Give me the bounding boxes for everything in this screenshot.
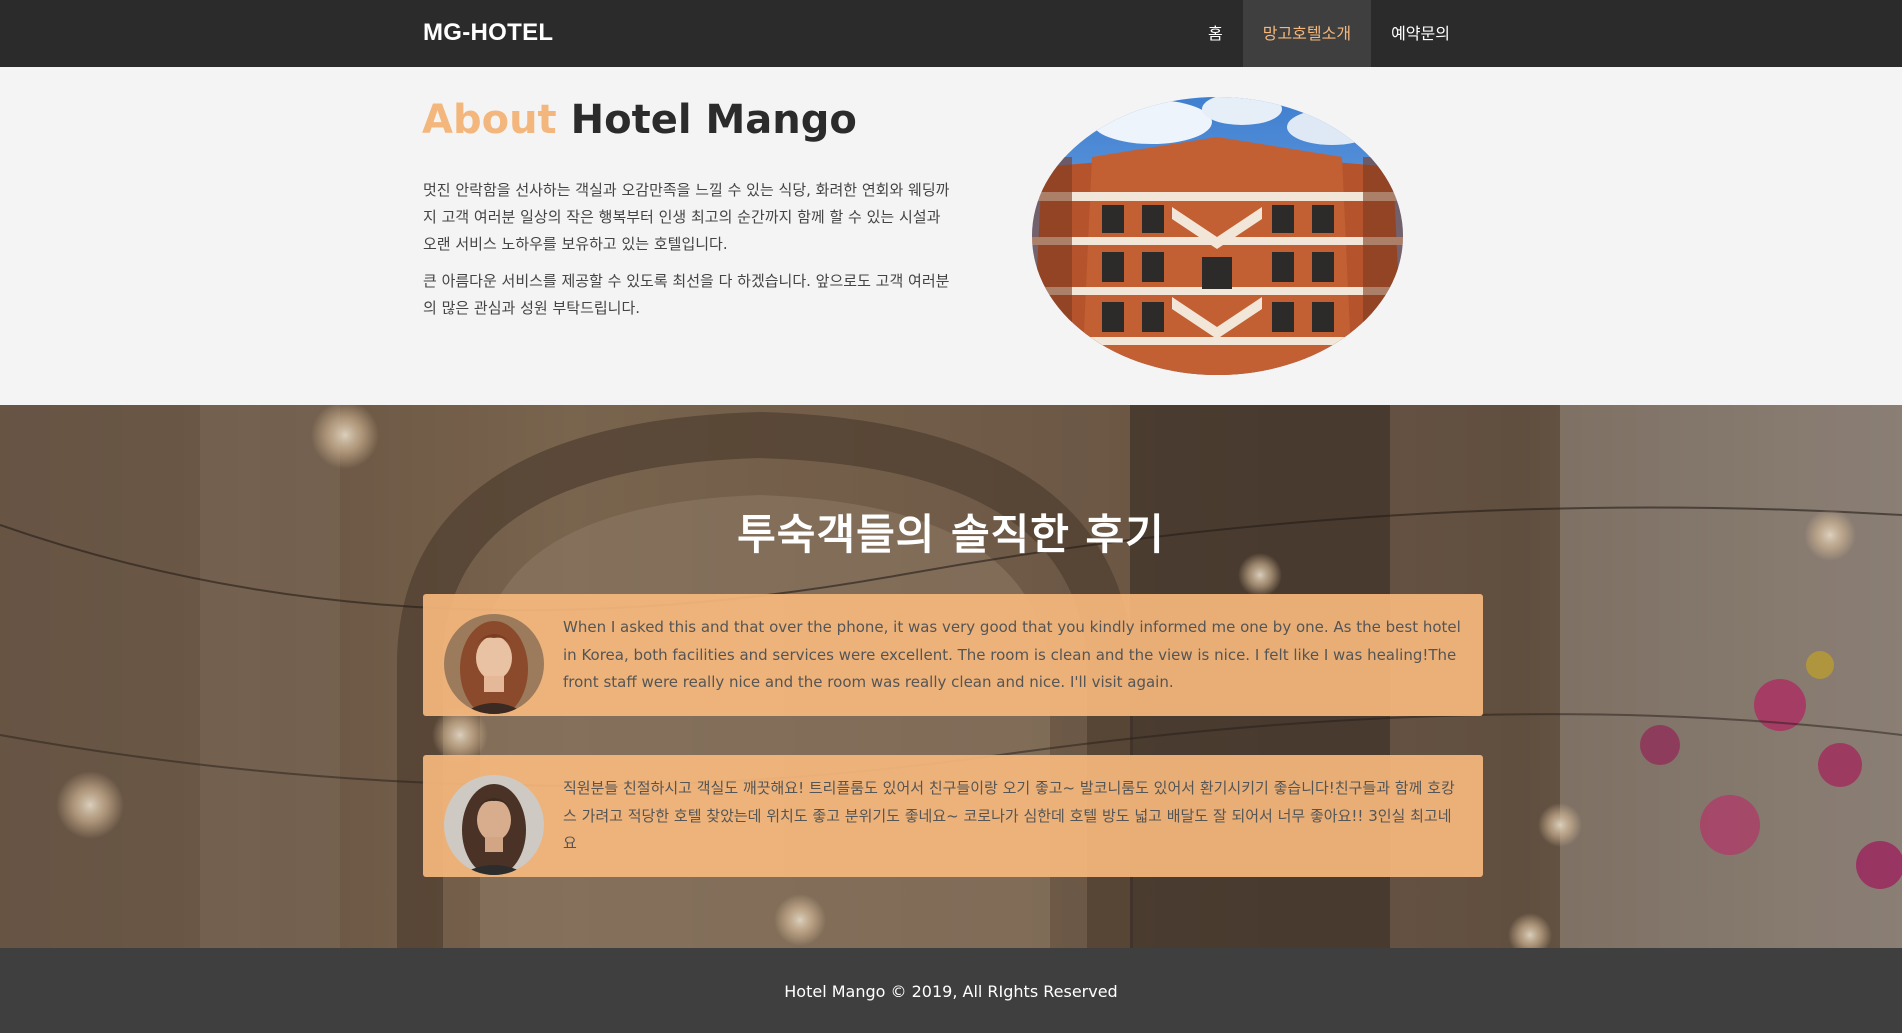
reviews-title: 투숙객들의 솔직한 후기 xyxy=(737,510,1165,559)
review-text: 직원분들 친절하시고 객실도 깨끗해요! 트리플룸도 있어서 친구들이랑 오기 … xyxy=(563,779,1455,852)
nav-menu: 홈 망고호텔소개 예약문의 xyxy=(1188,0,1470,67)
hotel-building-photo xyxy=(1032,97,1403,375)
reviews-section: 투숙객들의 솔직한 후기 When I asked this and that … xyxy=(0,405,1902,948)
review-card: 직원분들 친절하시고 객실도 깨끗해요! 트리플룸도 있어서 친구들이랑 오기 … xyxy=(423,755,1483,877)
review-text: When I asked this and that over the phon… xyxy=(563,618,1461,691)
reviewer-avatar xyxy=(444,775,544,875)
nav-item-home[interactable]: 홈 xyxy=(1188,0,1243,67)
review-card: When I asked this and that over the phon… xyxy=(423,594,1483,716)
about-paragraph: 멋진 안락함을 선사하는 객실과 오감만족을 느낄 수 있는 식당, 화려한 연… xyxy=(423,181,950,253)
footer-copyright: Hotel Mango © 2019, All RIghts Reserved xyxy=(784,982,1118,1001)
nav-item-about[interactable]: 망고호텔소개 xyxy=(1242,0,1372,67)
about-title-rest: Hotel Mango xyxy=(570,97,857,143)
about-title-accent: About xyxy=(422,97,557,143)
reviewer-avatar xyxy=(444,614,544,714)
about-description: 멋진 안락함을 선사하는 객실과 오감만족을 느낄 수 있는 식당, 화려한 연… xyxy=(423,177,953,332)
brand-logo[interactable]: MG-HOTEL xyxy=(423,19,553,47)
nav-item-reservation[interactable]: 예약문의 xyxy=(1371,0,1470,67)
about-paragraph: 큰 아름다운 서비스를 제공할 수 있도록 최선을 다 하겠습니다. 앞으로도 … xyxy=(423,272,950,317)
footer: Hotel Mango © 2019, All RIghts Reserved xyxy=(0,948,1902,1033)
navbar: MG-HOTEL 홈 망고호텔소개 예약문의 xyxy=(0,0,1902,67)
about-section: About Hotel Mango 멋진 안락함을 선사하는 객실과 오감만족을… xyxy=(0,67,1902,405)
about-title: About Hotel Mango xyxy=(422,97,857,143)
